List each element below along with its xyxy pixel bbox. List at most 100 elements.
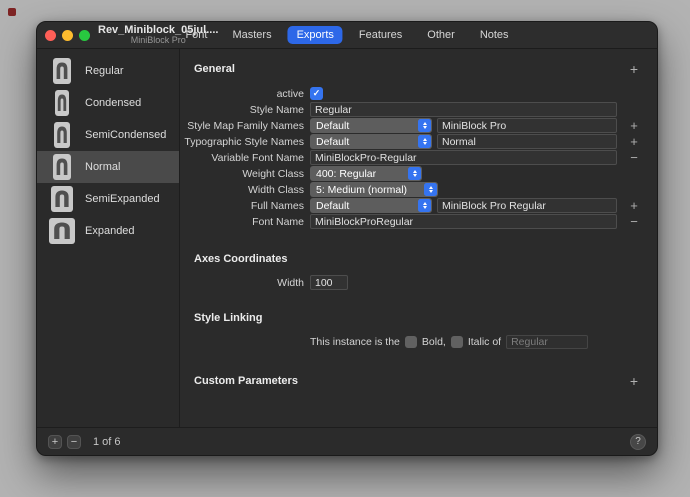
popup-stepper-icon — [408, 167, 421, 180]
font-name-field[interactable] — [310, 214, 617, 229]
axes-width-field[interactable] — [310, 275, 348, 290]
italic-checkbox[interactable] — [451, 336, 463, 348]
tab-features[interactable]: Features — [350, 26, 411, 44]
typographic-style-row: Typographic Style Names Default + — [180, 134, 645, 149]
axes-width-label: Width — [180, 277, 304, 289]
add-general-property-button[interactable]: + — [623, 61, 645, 77]
variable-font-name-label: Variable Font Name — [180, 152, 304, 164]
italic-label: Italic of — [468, 336, 501, 348]
title-bar: Rev_Miniblock_05jul.... MiniBlock Pro Fo… — [37, 22, 657, 49]
weight-class-popup[interactable]: 400: Regular — [310, 166, 422, 181]
sidebar-item-regular[interactable]: Regular — [37, 55, 179, 87]
window-body: Regular Condensed SemiCondensed Normal S… — [37, 49, 657, 427]
font-name-label: Font Name — [180, 216, 304, 228]
instance-glyph-icon — [48, 90, 76, 116]
sidebar-item-semicondensed[interactable]: SemiCondensed — [37, 119, 179, 151]
popup-stepper-icon — [424, 183, 437, 196]
instance-label: SemiCondensed — [85, 129, 166, 141]
instance-glyph-icon — [48, 186, 76, 212]
bold-checkbox[interactable] — [405, 336, 417, 348]
export-settings-panel: General + active ✓ Style Name Style Map … — [180, 49, 657, 427]
general-heading: General — [194, 63, 623, 75]
active-checkbox[interactable]: ✓ — [310, 87, 323, 100]
instances-sidebar: Regular Condensed SemiCondensed Normal S… — [37, 49, 180, 427]
style-map-family-row: Style Map Family Names Default + — [180, 118, 645, 133]
font-name-row: Font Name − — [180, 214, 645, 229]
active-row: active ✓ — [180, 86, 645, 101]
variable-font-name-field[interactable] — [310, 150, 617, 165]
width-class-label: Width Class — [180, 184, 304, 196]
sidebar-item-expanded[interactable]: Expanded — [37, 215, 179, 247]
weight-class-row: Weight Class 400: Regular — [180, 166, 645, 181]
instance-glyph-icon — [48, 154, 76, 180]
remove-variable-font-name-button[interactable]: − — [623, 150, 645, 165]
add-full-name-button[interactable]: + — [623, 198, 645, 213]
tab-notes[interactable]: Notes — [471, 26, 518, 44]
sidebar-item-condensed[interactable]: Condensed — [37, 87, 179, 119]
custom-parameters-section-header: Custom Parameters + — [194, 373, 645, 389]
weight-class-label: Weight Class — [180, 168, 304, 180]
style-linking-section-header: Style Linking — [194, 310, 645, 326]
popup-stepper-icon — [418, 199, 431, 212]
instance-label: Condensed — [85, 97, 141, 109]
main-tab-bar: Font Masters Exports Features Other Note… — [176, 22, 517, 48]
tab-other[interactable]: Other — [418, 26, 464, 44]
full-names-label: Full Names — [180, 200, 304, 212]
sidebar-item-semiexpanded[interactable]: SemiExpanded — [37, 183, 179, 215]
popup-stepper-icon — [418, 119, 431, 132]
tab-exports[interactable]: Exports — [288, 26, 343, 44]
zoom-window-button[interactable] — [79, 30, 90, 41]
minimize-window-button[interactable] — [62, 30, 73, 41]
style-name-row: Style Name — [180, 102, 645, 117]
full-names-row: Full Names Default + — [180, 198, 645, 213]
instance-label: SemiExpanded — [85, 193, 160, 205]
add-typographic-style-button[interactable]: + — [623, 134, 645, 149]
instance-glyph-icon — [48, 122, 76, 148]
width-class-popup[interactable]: 5: Medium (normal) — [310, 182, 438, 197]
axes-section-header: Axes Coordinates — [194, 251, 645, 267]
sidebar-item-normal[interactable]: Normal — [37, 151, 179, 183]
instance-glyph-icon — [48, 218, 76, 244]
style-map-family-label: Style Map Family Names — [180, 120, 304, 132]
instance-label: Expanded — [85, 225, 135, 237]
add-instance-button[interactable]: + — [48, 435, 62, 449]
axes-heading: Axes Coordinates — [194, 253, 623, 265]
tab-font[interactable]: Font — [176, 26, 216, 44]
style-map-family-popup[interactable]: Default — [310, 118, 432, 133]
window-controls — [45, 30, 90, 41]
general-section-header: General + — [194, 61, 645, 77]
remove-instance-button[interactable]: − — [67, 435, 81, 449]
full-names-popup[interactable]: Default — [310, 198, 432, 213]
close-window-button[interactable] — [45, 30, 56, 41]
style-linking-prefix: This instance is the — [310, 336, 400, 348]
popup-stepper-icon — [418, 135, 431, 148]
instance-count: 1 of 6 — [93, 436, 121, 448]
bottom-bar: + − 1 of 6 ? — [37, 427, 657, 455]
full-names-field[interactable] — [437, 198, 617, 213]
app-window: Rev_Miniblock_05jul.... MiniBlock Pro Fo… — [36, 21, 658, 456]
remove-font-name-button[interactable]: − — [623, 214, 645, 229]
axes-width-row: Width — [180, 275, 645, 290]
add-style-map-family-button[interactable]: + — [623, 118, 645, 133]
tab-masters[interactable]: Masters — [223, 26, 280, 44]
instance-glyph-icon — [48, 58, 76, 84]
active-label: active — [180, 88, 304, 100]
instance-label: Regular — [85, 65, 124, 77]
instance-label: Normal — [85, 161, 120, 173]
bold-label: Bold, — [422, 336, 446, 348]
style-name-field[interactable] — [310, 102, 617, 117]
style-linking-target-field[interactable] — [506, 335, 588, 349]
variable-font-name-row: Variable Font Name − — [180, 150, 645, 165]
style-linking-heading: Style Linking — [194, 312, 623, 324]
style-map-family-field[interactable] — [437, 118, 617, 133]
custom-parameters-heading: Custom Parameters — [194, 375, 623, 387]
add-custom-parameter-button[interactable]: + — [623, 373, 645, 389]
typographic-style-popup[interactable]: Default — [310, 134, 432, 149]
style-name-label: Style Name — [180, 104, 304, 116]
screen-corner-dot — [8, 8, 16, 16]
help-button[interactable]: ? — [630, 434, 646, 450]
typographic-style-field[interactable] — [437, 134, 617, 149]
typographic-style-label: Typographic Style Names — [180, 136, 304, 148]
width-class-row: Width Class 5: Medium (normal) — [180, 182, 645, 197]
style-linking-row: This instance is the Bold, Italic of — [180, 334, 645, 349]
